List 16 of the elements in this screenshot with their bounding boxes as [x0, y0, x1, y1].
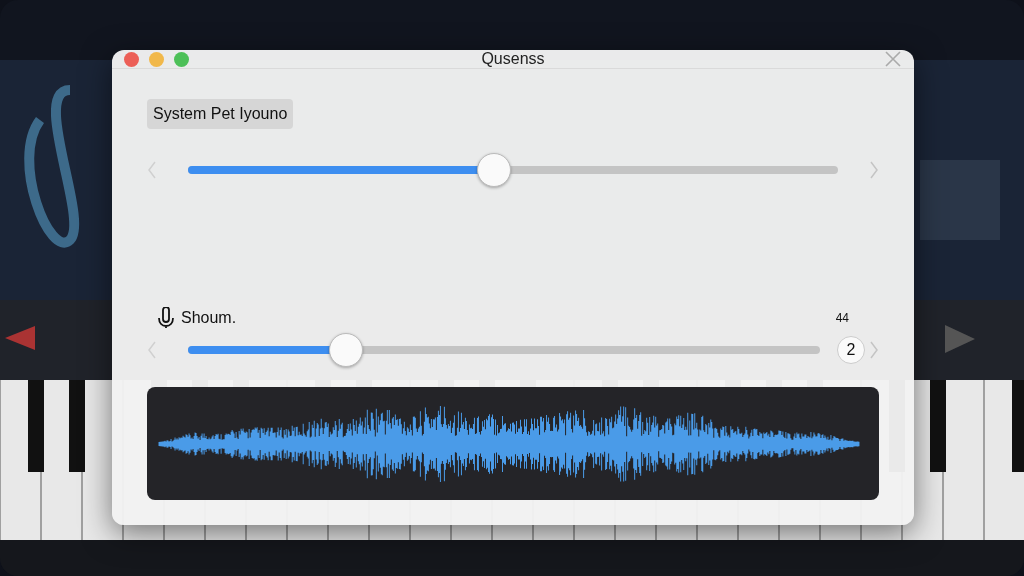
zoom-light-icon[interactable]: [174, 51, 189, 67]
slider-thumb[interactable]: [329, 333, 363, 367]
minimize-light-icon[interactable]: [149, 51, 164, 67]
chevron-left-icon[interactable]: [147, 160, 157, 180]
chevron-right-icon[interactable]: [869, 340, 879, 360]
value-knob: 2: [837, 336, 865, 364]
section-label: Shoum.: [181, 309, 237, 327]
window-title: Qusenss: [481, 50, 545, 67]
slider-thumb[interactable]: [476, 153, 511, 187]
value-label: 44: [835, 311, 849, 325]
chevron-left-icon[interactable]: [147, 340, 157, 360]
close-light-icon[interactable]: [124, 51, 139, 67]
chevron-right-icon[interactable]: [869, 160, 879, 180]
section-label: System Pet Iyouno: [147, 99, 294, 129]
close-icon[interactable]: [884, 50, 902, 68]
microphone-icon: [157, 307, 175, 329]
